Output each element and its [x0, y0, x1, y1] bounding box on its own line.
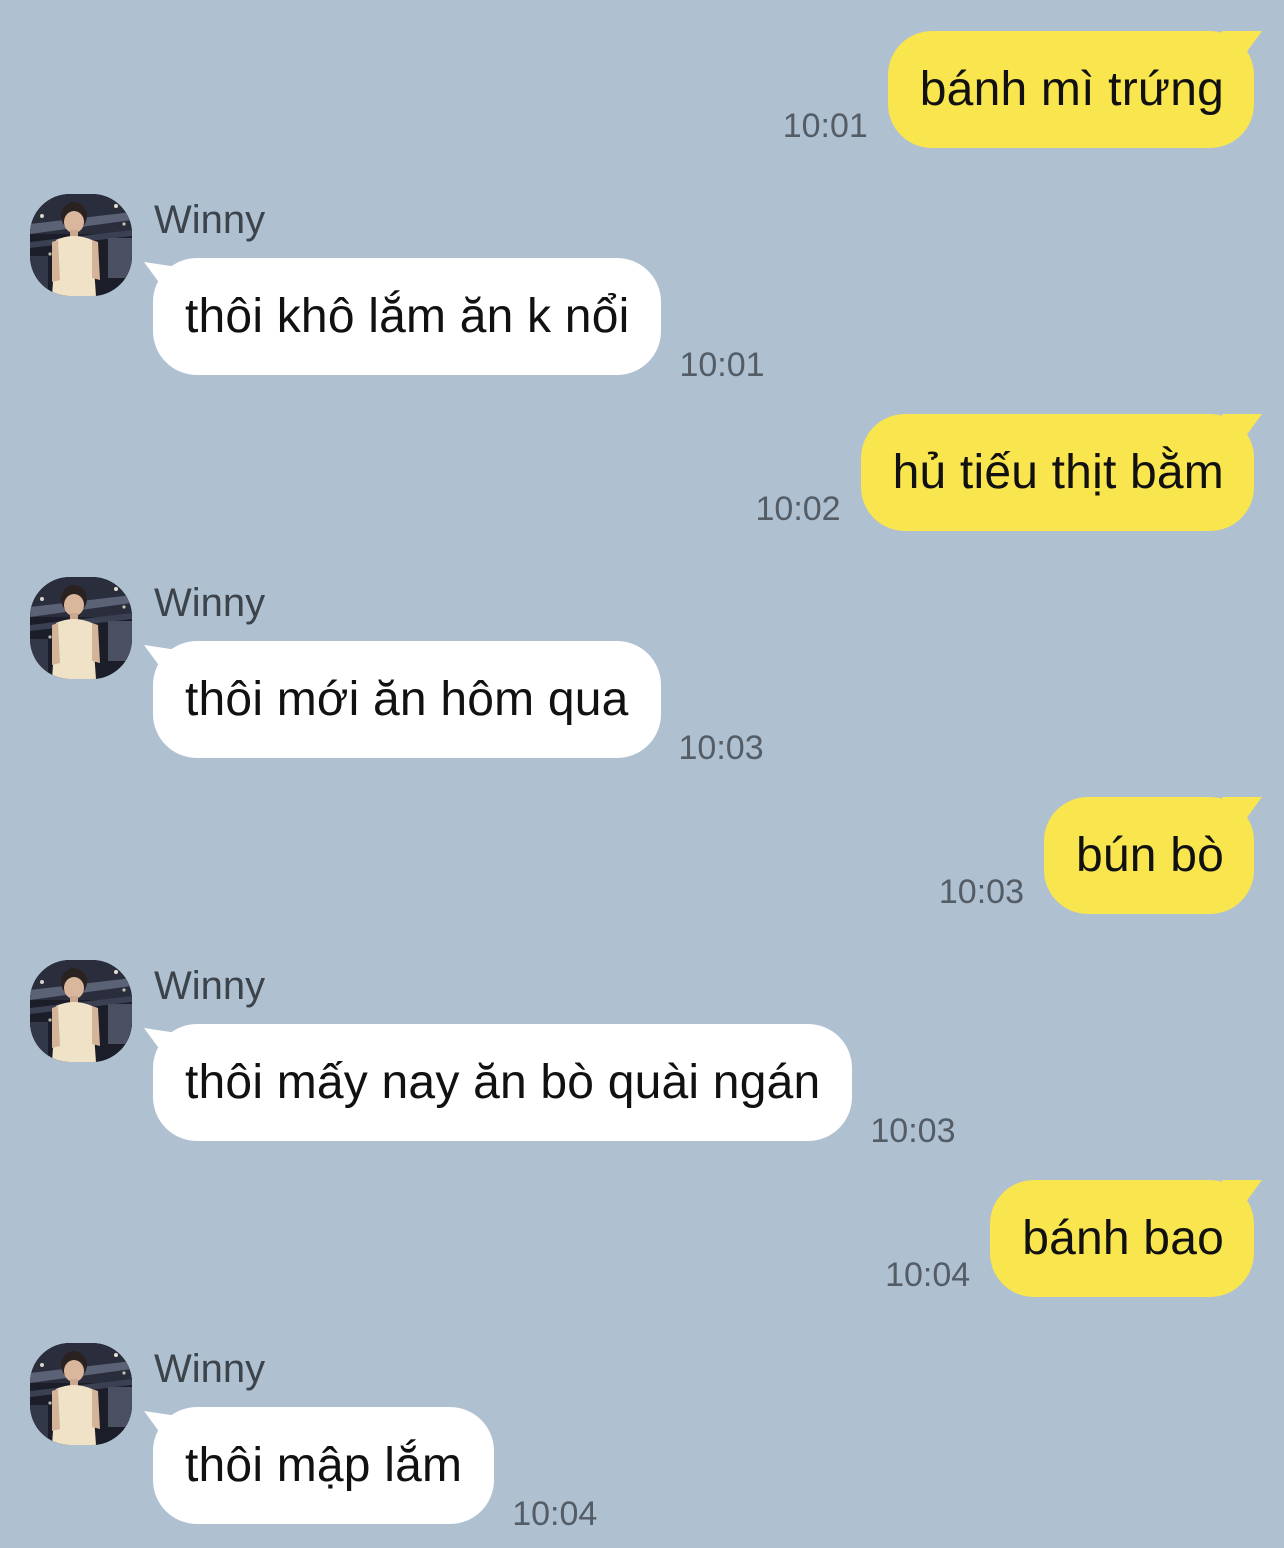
incoming-message-bubble[interactable]: thôi mập lắm: [153, 1407, 495, 1524]
sender-name: Winny: [154, 581, 266, 625]
message-text: hủ tiếu thịt bằm: [892, 446, 1224, 499]
contact-avatar[interactable]: [30, 194, 132, 296]
outgoing-message-bubble[interactable]: bánh mì trứng: [887, 31, 1254, 148]
message-timestamp: 10:04: [885, 1256, 971, 1294]
outgoing-message-bubble[interactable]: bánh bao: [990, 1180, 1254, 1297]
contact-avatar[interactable]: [30, 960, 132, 1062]
message-text: thôi khô lắm ăn k nổi: [185, 290, 630, 343]
message-text: bánh bao: [1022, 1212, 1224, 1265]
message-timestamp: 10:03: [870, 1112, 956, 1150]
outgoing-message-bubble[interactable]: hủ tiếu thịt bằm: [860, 414, 1254, 531]
message-timestamp: 10:03: [938, 873, 1024, 911]
sender-name: Winny: [154, 1347, 266, 1391]
message-text: thôi mấy nay ăn bò quài ngán: [185, 1056, 821, 1109]
sender-name: Winny: [154, 964, 266, 1008]
message-row-outgoing: 10:01 bánh mì trứng: [0, 31, 1284, 148]
message-timestamp: 10:01: [782, 107, 868, 145]
chat-messages[interactable]: 10:01 bánh mì trứng Winny thôi khô lắm ă…: [0, 0, 1284, 1548]
message-timestamp: 10:03: [678, 729, 764, 767]
message-row-outgoing: 10:03 bún bò: [0, 797, 1284, 914]
message-text: bánh mì trứng: [919, 63, 1224, 116]
sender-name: Winny: [154, 198, 266, 242]
message-row-outgoing: 10:04 bánh bao: [0, 1180, 1284, 1297]
message-text: thôi mới ăn hôm qua: [185, 673, 629, 726]
message-timestamp: 10:02: [755, 490, 841, 528]
incoming-message-bubble[interactable]: thôi mấy nay ăn bò quài ngán: [153, 1024, 853, 1141]
incoming-message-bubble[interactable]: thôi mới ăn hôm qua: [153, 641, 661, 758]
message-text: bún bò: [1075, 829, 1224, 882]
message-row-outgoing: 10:02 hủ tiếu thịt bằm: [0, 414, 1284, 531]
contact-avatar[interactable]: [30, 577, 132, 679]
contact-avatar[interactable]: [30, 1343, 132, 1445]
incoming-message-bubble[interactable]: thôi khô lắm ăn k nổi: [153, 258, 662, 375]
message-timestamp: 10:04: [512, 1495, 598, 1533]
message-text: thôi mập lắm: [185, 1439, 463, 1492]
outgoing-message-bubble[interactable]: bún bò: [1043, 797, 1254, 914]
message-timestamp: 10:01: [679, 346, 765, 384]
